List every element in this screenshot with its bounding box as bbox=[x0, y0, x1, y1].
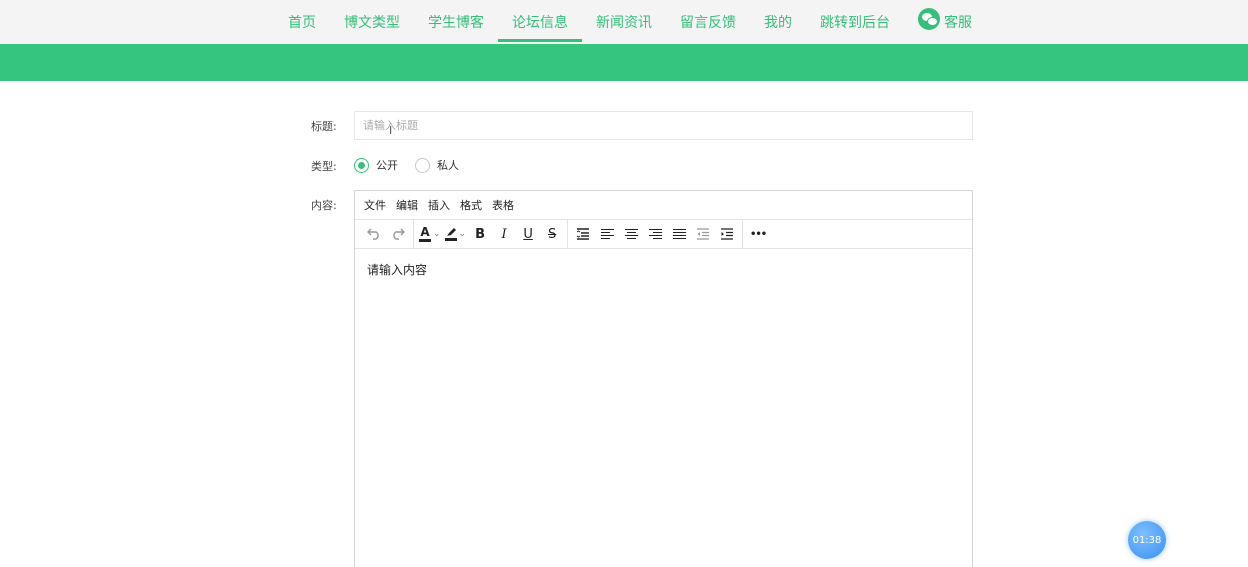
wechat-icon bbox=[918, 8, 940, 30]
text-cursor-icon: I bbox=[389, 124, 393, 137]
menu-file[interactable]: 文件 bbox=[359, 197, 391, 213]
editor-content-area[interactable]: 请输入内容 bbox=[355, 249, 972, 290]
redo-icon[interactable] bbox=[386, 222, 410, 246]
type-label: 类型: bbox=[311, 160, 337, 173]
nav-item-admin[interactable]: 跳转到后台 bbox=[806, 0, 904, 44]
align-center-icon[interactable] bbox=[619, 222, 643, 246]
text-color-icon[interactable]: A ⌄ bbox=[417, 222, 443, 246]
menu-edit[interactable]: 编辑 bbox=[391, 197, 423, 213]
align-justify-icon[interactable] bbox=[667, 222, 691, 246]
undo-icon[interactable] bbox=[362, 222, 386, 246]
outdent-icon[interactable] bbox=[691, 222, 715, 246]
radio-unchecked-icon[interactable] bbox=[415, 157, 430, 173]
nav-item-feedback[interactable]: 留言反馈 bbox=[666, 0, 750, 44]
editor-toolbar: A ⌄ ⌄ B I U S ••• bbox=[355, 219, 972, 249]
nav-item-student-blogs[interactable]: 学生博客 bbox=[414, 0, 498, 44]
more-icon[interactable]: ••• bbox=[746, 222, 770, 246]
editor-menubar: 文件 编辑 插入 格式 表格 bbox=[355, 191, 972, 220]
nav-item-mine[interactable]: 我的 bbox=[750, 0, 806, 44]
radio-public[interactable]: 公开 bbox=[354, 157, 398, 173]
title-input[interactable] bbox=[354, 111, 973, 140]
strikethrough-icon[interactable]: S bbox=[540, 222, 564, 246]
top-navigation: 首页 博文类型 学生博客 论坛信息 新闻资讯 留言反馈 我的 跳转到后台 客服 bbox=[0, 0, 1248, 44]
nav-item-news[interactable]: 新闻资讯 bbox=[582, 0, 666, 44]
highlight-icon[interactable]: ⌄ bbox=[443, 222, 469, 246]
italic-icon[interactable]: I bbox=[492, 222, 516, 246]
radio-private[interactable]: 私人 bbox=[415, 157, 459, 173]
align-right-icon[interactable] bbox=[643, 222, 667, 246]
underline-icon[interactable]: U bbox=[516, 222, 540, 246]
rich-text-editor: 文件 编辑 插入 格式 表格 A ⌄ ⌄ B I U S ••• 请输入内容 bbox=[354, 190, 973, 567]
nav-list: 首页 博文类型 学生博客 论坛信息 新闻资讯 留言反馈 我的 跳转到后台 客服 bbox=[274, 0, 986, 44]
timer-badge[interactable]: 01:38 bbox=[1128, 521, 1166, 559]
editor-placeholder: 请输入内容 bbox=[367, 263, 428, 277]
content-label: 内容: bbox=[311, 199, 337, 212]
nav-item-forum[interactable]: 论坛信息 bbox=[498, 0, 582, 44]
nav-item-home[interactable]: 首页 bbox=[274, 0, 330, 44]
nav-item-customer-service[interactable]: 客服 bbox=[904, 0, 986, 44]
radio-checked-icon[interactable] bbox=[354, 157, 369, 173]
radio-private-label: 私人 bbox=[437, 159, 459, 172]
radio-public-label: 公开 bbox=[376, 159, 398, 172]
indent-icon[interactable] bbox=[715, 222, 739, 246]
menu-table[interactable]: 表格 bbox=[487, 197, 519, 213]
bold-icon[interactable]: B bbox=[468, 222, 492, 246]
customer-service-label: 客服 bbox=[944, 15, 972, 31]
green-banner bbox=[0, 44, 1248, 81]
nav-item-blog-types[interactable]: 博文类型 bbox=[330, 0, 414, 44]
title-label: 标题: bbox=[311, 120, 337, 133]
align-left-icon[interactable] bbox=[595, 222, 619, 246]
menu-insert[interactable]: 插入 bbox=[423, 197, 455, 213]
menu-format[interactable]: 格式 bbox=[455, 197, 487, 213]
line-height-icon[interactable] bbox=[571, 222, 595, 246]
